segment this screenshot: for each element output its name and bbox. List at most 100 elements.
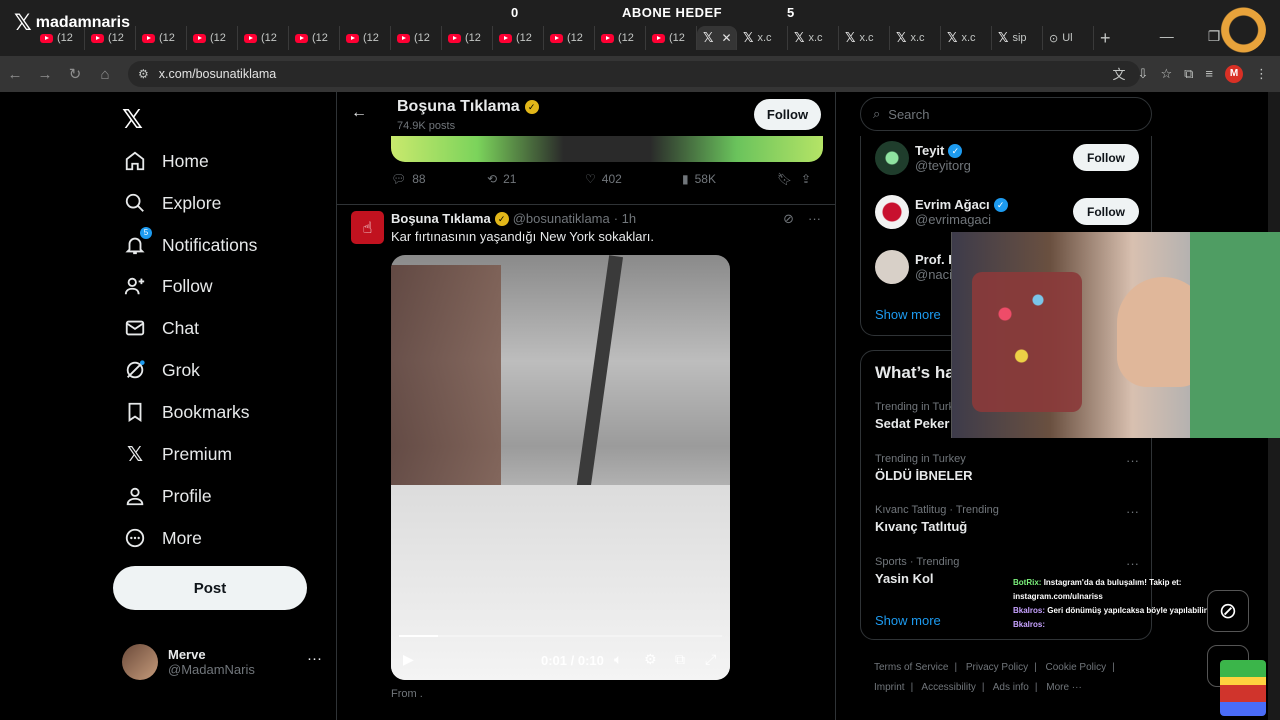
show-more-link[interactable]: Show more	[875, 307, 941, 322]
back-arrow-icon[interactable]: ←	[351, 104, 367, 122]
video-progress-bar[interactable]	[399, 635, 722, 637]
home-icon[interactable]: ⌂	[90, 66, 120, 83]
browser-menu-icon[interactable]: ⋮	[1255, 66, 1268, 82]
avatar[interactable]: ☝	[351, 211, 384, 244]
nav-premium[interactable]: 𝕏 Premium	[124, 443, 232, 466]
footer-link[interactable]: Ads info	[993, 682, 1029, 693]
tweet-author[interactable]: Boşuna Tıklama	[391, 211, 491, 226]
grok-float-button[interactable]: ⊘	[1207, 590, 1249, 632]
tab-youtube[interactable]: (12	[544, 26, 595, 50]
settings-gear-icon[interactable]: ⚙	[644, 651, 657, 668]
footer-link[interactable]: Cookie Policy	[1046, 662, 1107, 673]
footer-link[interactable]: Terms of Service	[874, 662, 948, 673]
tab-youtube[interactable]: (12	[646, 26, 697, 50]
tab-x[interactable]: 𝕏sip	[992, 26, 1043, 50]
x-logo-icon: 𝕏	[794, 30, 805, 45]
nav-profile[interactable]: Profile	[124, 485, 212, 507]
tweet-handle[interactable]: @bosunatiklama	[513, 211, 610, 226]
nav-notifications[interactable]: 5 Notifications	[124, 227, 257, 256]
more-dots-icon[interactable]: ···	[1126, 556, 1139, 571]
grok-explain-icon[interactable]: ⊘	[783, 211, 794, 227]
show-more-link[interactable]: Show more	[875, 613, 941, 628]
views-button[interactable]: ▮ 58K	[682, 172, 777, 186]
more-dots-icon[interactable]: ···	[1126, 453, 1139, 468]
tab-youtube[interactable]: (12	[595, 26, 646, 50]
nav-home[interactable]: Home	[124, 150, 209, 172]
translate-icon[interactable]: 文	[1113, 64, 1126, 83]
trend-item[interactable]: Trending in Turkey ÖLDÜ İBNELER ···	[875, 453, 1139, 483]
trend-item[interactable]: Kıvanc Tatlitug · Trending Kıvanç Tatlıt…	[875, 504, 1139, 534]
tab-x[interactable]: 𝕏x.c	[890, 26, 941, 50]
post-button[interactable]: Post	[113, 566, 307, 610]
forward-icon[interactable]: →	[30, 66, 60, 83]
search-input[interactable]: ⌕ Search	[860, 97, 1152, 131]
footer-link[interactable]: Privacy Policy	[966, 662, 1028, 673]
tab-youtube[interactable]: (12	[238, 26, 289, 50]
footer-link[interactable]: Accessibility	[921, 682, 975, 693]
minimize-icon[interactable]: —	[1160, 28, 1174, 45]
tab-youtube[interactable]: (12	[136, 26, 187, 50]
bookmark-icon[interactable]: 🔖︎	[777, 172, 801, 186]
nav-explore[interactable]: Explore	[124, 192, 221, 214]
share-icon[interactable]: ⇪	[801, 172, 811, 186]
nav-grok[interactable]: Grok	[124, 359, 200, 381]
tab-x[interactable]: 𝕏x.c	[839, 26, 890, 50]
follow-button[interactable]: Follow	[1073, 198, 1139, 225]
site-info-icon[interactable]: ⚙	[138, 67, 149, 81]
tab-youtube[interactable]: (12	[340, 26, 391, 50]
previous-tweet-media[interactable]	[391, 136, 823, 162]
nav-more[interactable]: More	[124, 527, 202, 549]
url-text[interactable]: x.com/bosunatiklama	[159, 67, 276, 81]
verified-gold-icon: ✓	[524, 100, 539, 114]
close-tab-icon[interactable]: ✕	[721, 31, 731, 45]
video-player[interactable]: ▶ 0:01 / 0:10 🔈︎ ⚙ ⧉ ⤢	[391, 255, 730, 680]
tab-youtube[interactable]: (12	[289, 26, 340, 50]
x-home-logo-icon[interactable]: 𝕏	[122, 104, 143, 135]
tab-x[interactable]: 𝕏x.c	[941, 26, 992, 50]
suggested-account[interactable]: Evrim Ağacı ✓ @evrimagaci Follow	[875, 195, 1139, 229]
install-app-icon[interactable]: ⇩	[1138, 66, 1149, 82]
webcam-overlay	[951, 232, 1280, 438]
reply-button[interactable]: 💬︎ 88	[391, 172, 487, 186]
suggested-account[interactable]: Teyit ✓ @teyitorg Follow	[875, 141, 1139, 175]
new-tab-button[interactable]: +	[1100, 28, 1111, 49]
verified-gold-icon: ✓	[494, 211, 509, 226]
more-dots-icon[interactable]: ···	[1126, 504, 1139, 519]
tab-youtube[interactable]: (12	[391, 26, 442, 50]
x-logo-icon: 𝕏	[14, 10, 32, 35]
follow-button[interactable]: Follow	[1073, 144, 1139, 171]
browser-profile-avatar[interactable]: M	[1225, 64, 1243, 83]
more-dots-icon[interactable]: ···	[808, 211, 821, 227]
picture-in-picture-icon[interactable]: ⧉	[675, 651, 685, 668]
nav-follow[interactable]: Follow	[124, 275, 213, 297]
volume-icon[interactable]: 🔈︎	[614, 651, 622, 668]
tab-youtube[interactable]: (12	[442, 26, 493, 50]
tab-other[interactable]: ⊙ Ul	[1043, 26, 1094, 50]
play-icon[interactable]: ▶	[403, 651, 414, 668]
repost-button[interactable]: ⟲ 21	[487, 172, 585, 186]
footer-link[interactable]: Imprint	[874, 682, 905, 693]
tweet-time[interactable]: · 1h	[614, 211, 636, 226]
reload-icon[interactable]: ↻	[60, 65, 90, 83]
tab-active-x[interactable]: 𝕏 ✕	[697, 26, 737, 50]
tab-youtube[interactable]: (12	[187, 26, 238, 50]
bookmark-star-icon[interactable]: ☆	[1160, 66, 1172, 82]
nav-bookmarks[interactable]: Bookmarks	[124, 401, 250, 423]
tab-youtube[interactable]: (12	[493, 26, 544, 50]
follow-button[interactable]: Follow	[754, 99, 821, 130]
main-column: ← Boşuna Tıklama ✓ 74.9K posts Follow 💬︎…	[336, 92, 836, 720]
address-bar[interactable]: ⚙ x.com/bosunatiklama	[128, 61, 1140, 87]
tab-x[interactable]: 𝕏x.c	[788, 26, 839, 50]
search-icon	[124, 192, 146, 214]
back-icon[interactable]: ←	[0, 66, 30, 83]
media-icon[interactable]: ≡	[1205, 66, 1213, 81]
fullscreen-icon[interactable]: ⤢	[705, 651, 716, 668]
more-dots-icon[interactable]: ···	[307, 650, 322, 667]
tab-x[interactable]: 𝕏x.c	[737, 26, 788, 50]
avatar	[122, 644, 158, 680]
nav-chat[interactable]: Chat	[124, 317, 199, 339]
extensions-icon[interactable]: ⧉	[1184, 66, 1193, 82]
like-button[interactable]: ♡ 402	[585, 172, 682, 186]
account-switcher[interactable]: Merve @MadamNaris ···	[122, 644, 322, 680]
footer-link[interactable]: More ···	[1046, 682, 1082, 693]
